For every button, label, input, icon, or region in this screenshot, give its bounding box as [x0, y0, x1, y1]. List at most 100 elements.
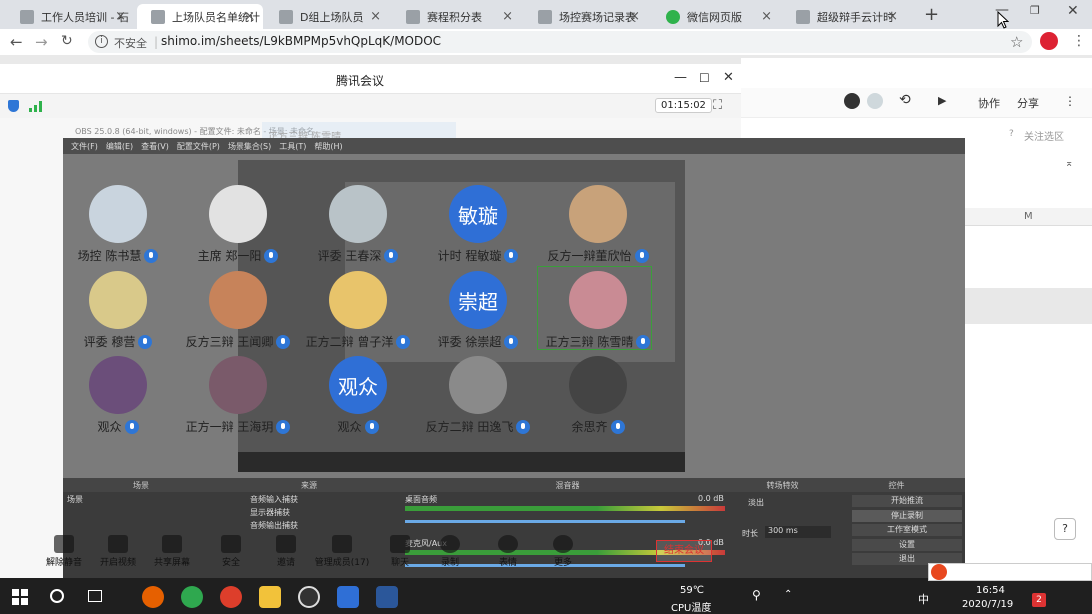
fullscreen-icon[interactable]: ⛶	[713, 98, 722, 113]
end-meeting-button[interactable]: 结束会议	[656, 540, 712, 562]
participant-tile[interactable]: 敏璇 计时 程敏璇	[422, 185, 534, 264]
meeting-control-button[interactable]: 表情	[478, 535, 538, 568]
participant-tile[interactable]: 评委 穆营	[62, 271, 174, 350]
obs-taskbar-icon[interactable]	[298, 586, 320, 608]
sheet-avatar[interactable]	[844, 93, 860, 109]
back-icon[interactable]: ←	[10, 33, 23, 51]
notification-badge[interactable]: 2	[1032, 593, 1046, 607]
tab-close-icon[interactable]: ×	[502, 9, 513, 24]
mixer-volume-slider[interactable]	[405, 520, 685, 523]
meeting-close-button[interactable]: ✕	[723, 70, 734, 85]
duration-input[interactable]: 300 ms	[765, 526, 831, 538]
obs-source-item[interactable]: 显示器捕获	[250, 507, 290, 518]
follow-selection-label[interactable]: 关注选区	[1024, 128, 1064, 143]
obs-control-button[interactable]: 停止录制	[852, 509, 962, 522]
obs-menu-item[interactable]: 工具(T)	[279, 141, 306, 152]
wechat-icon	[666, 9, 680, 24]
tab-close-icon[interactable]: ×	[761, 9, 772, 24]
tab-close-icon[interactable]: ×	[629, 9, 640, 24]
tab-close-icon[interactable]: ×	[370, 9, 381, 24]
obs-source-item[interactable]: 音频输入捕获	[250, 494, 298, 505]
help-icon[interactable]: ?	[1009, 129, 1014, 139]
participant-tile[interactable]: 余思齐	[542, 356, 654, 435]
chat-app-icon[interactable]	[181, 586, 203, 608]
history-icon[interactable]: ⟲	[899, 92, 911, 108]
participant-tile[interactable]: 反方二辩 田逸飞	[422, 356, 534, 435]
participant-tile[interactable]: 观众 观众	[302, 356, 414, 435]
tencent-meeting-taskbar-icon[interactable]	[337, 586, 359, 608]
browser-tab[interactable]: 赛程积分表 ×	[392, 4, 521, 29]
obs-control-button[interactable]: 工作室模式	[852, 524, 962, 536]
participant-tile[interactable]: 正方二辩 曾子洋	[302, 271, 414, 350]
participant-tile[interactable]: 主席 郑一阳	[182, 185, 294, 264]
obs-menu-item[interactable]: 配置文件(P)	[177, 141, 220, 152]
participant-tile[interactable]: 崇超 评委 徐崇超	[422, 271, 534, 350]
meeting-control-button[interactable]: 开启视频	[88, 535, 148, 568]
maximize-window-button[interactable]: ❐	[1030, 4, 1040, 17]
collapse-icon[interactable]: ⌅	[1065, 158, 1073, 169]
column-header[interactable]: M	[1024, 211, 1033, 222]
meeting-control-button[interactable]: 录制	[420, 535, 480, 568]
task-view-icon[interactable]	[88, 590, 102, 602]
obs-control-button[interactable]: 设置	[852, 538, 962, 551]
collab-button[interactable]: 协作	[978, 95, 1000, 111]
info-icon[interactable]: i	[95, 35, 108, 48]
tray-expand-icon[interactable]: ⌃	[784, 589, 792, 600]
obs-control-button[interactable]: 开始推流	[852, 495, 962, 507]
meeting-control-button[interactable]: 更多	[533, 535, 593, 568]
participant-tile[interactable]: 反方一辩董欣怡	[542, 185, 654, 264]
bookmark-star-icon[interactable]: ☆	[1010, 33, 1023, 51]
obs-menu-item[interactable]: 文件(F)	[71, 141, 98, 152]
tab-close-icon[interactable]: ×	[115, 9, 126, 24]
meeting-control-button[interactable]: 共享屏幕	[142, 535, 202, 568]
tab-close-icon[interactable]: ×	[887, 9, 898, 24]
browser-tab[interactable]: 上场队员名单统计 ×	[137, 4, 263, 29]
url-text[interactable]: shimo.im/sheets/L9kBMPMp5vhQpLqK/MODOC	[161, 34, 441, 48]
tab-close-icon[interactable]: ×	[244, 9, 255, 24]
browser-tab[interactable]: 工作人员培训 - 石 ×	[6, 4, 134, 29]
play-icon[interactable]: ▶	[938, 94, 946, 107]
obs-menu-item[interactable]: 查看(V)	[141, 141, 169, 152]
reload-icon[interactable]: ↻	[61, 33, 73, 49]
scene-list-item[interactable]: 场景	[67, 494, 83, 505]
browser-tab[interactable]: D组上场队员 ×	[265, 4, 389, 29]
close-window-button[interactable]: ✕	[1067, 3, 1079, 19]
ime-indicator[interactable]: 中	[918, 591, 929, 607]
sheet-more-icon[interactable]: ⋮	[1064, 94, 1076, 108]
participant-tile[interactable]: 正方一辩 王海玥	[182, 356, 294, 435]
browser-tab[interactable]: 超级辩手云计时 ×	[782, 4, 906, 29]
forward-icon[interactable]: →	[35, 33, 48, 51]
participant-tile[interactable]: 评委 王春深	[302, 185, 414, 264]
chrome-icon[interactable]	[220, 586, 242, 608]
browser-tab[interactable]: 微信网页版 ×	[652, 4, 780, 29]
obs-source-item[interactable]: 音频输出捕获	[250, 520, 298, 531]
people-icon[interactable]: ⚲	[752, 588, 761, 602]
transition-select[interactable]: 淡出	[748, 497, 764, 508]
profile-avatar[interactable]	[1040, 32, 1058, 50]
participant-tile[interactable]: 正方三辩 陈雪晴	[542, 271, 654, 350]
participant-tile[interactable]: 反方三辩 王闻卿	[182, 271, 294, 350]
sheet-avatar-2[interactable]	[867, 93, 883, 109]
browser-tab[interactable]: 场控赛场记录表 ×	[524, 4, 648, 29]
meeting-control-button[interactable]: 解除静音	[34, 535, 94, 568]
meeting-control-button[interactable]: 邀请	[256, 535, 316, 568]
meeting-control-button[interactable]: 安全	[201, 535, 261, 568]
meeting-control-button[interactable]: 管理成员(17)	[312, 535, 372, 568]
windows-start-icon[interactable]	[12, 589, 28, 605]
search-icon[interactable]	[50, 589, 64, 603]
security-shield-icon[interactable]	[8, 100, 19, 112]
firefox-icon[interactable]	[142, 586, 164, 608]
share-button[interactable]: 分享	[1017, 95, 1039, 111]
participant-tile[interactable]: 场控 陈书慧	[62, 185, 174, 264]
browser-menu-icon[interactable]: ⋮	[1072, 33, 1086, 49]
meeting-maximize-button[interactable]: ☐	[699, 71, 710, 85]
word-taskbar-icon[interactable]	[376, 586, 398, 608]
obs-menu-item[interactable]: 编辑(E)	[106, 141, 133, 152]
participant-tile[interactable]: 观众	[62, 356, 174, 435]
new-tab-button[interactable]: +	[924, 4, 939, 25]
comment-icon[interactable]: ?	[1054, 518, 1076, 540]
obs-menu-item[interactable]: 帮助(H)	[314, 141, 342, 152]
meeting-minimize-button[interactable]: —	[674, 70, 687, 85]
obs-menu-item[interactable]: 场景集合(S)	[228, 141, 271, 152]
file-explorer-icon[interactable]	[259, 586, 281, 608]
